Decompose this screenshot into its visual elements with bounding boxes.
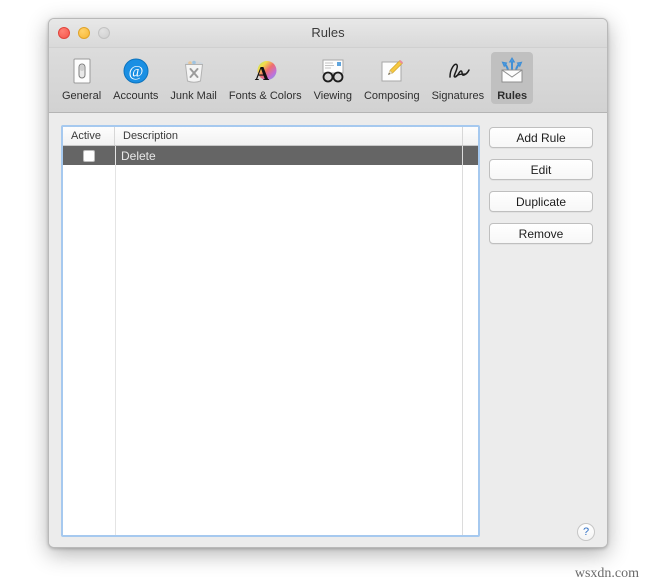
svg-text:@: @ [128, 64, 143, 81]
preferences-toolbar: General @ Accounts Junk Mail A Fonts & C… [49, 48, 607, 113]
toolbar-item-signatures[interactable]: Signatures [427, 52, 490, 104]
toolbar-label-viewing: Viewing [313, 90, 352, 102]
column-divider-active [115, 146, 116, 535]
accounts-at-icon: @ [120, 55, 152, 87]
toolbar-item-viewing[interactable]: Viewing [309, 52, 357, 104]
duplicate-button[interactable]: Duplicate [489, 191, 593, 212]
rules-table-body: Delete [63, 146, 478, 535]
rule-active-checkbox[interactable] [83, 149, 95, 162]
svg-text:A: A [255, 63, 270, 85]
toolbar-label-junk-mail: Junk Mail [170, 90, 217, 102]
viewing-glasses-icon [317, 55, 349, 87]
watermark: wsxdn.com [574, 566, 639, 581]
column-header-gutter [463, 127, 478, 145]
column-header-description[interactable]: Description [115, 127, 463, 145]
rule-description-cell: Delete [121, 148, 156, 163]
edit-button[interactable]: Edit [489, 159, 593, 180]
rules-table[interactable]: Active Description Delete [61, 125, 480, 537]
table-row[interactable]: Delete [63, 146, 478, 165]
toolbar-label-general: General [62, 90, 102, 102]
column-header-active[interactable]: Active [63, 127, 115, 145]
signature-icon [442, 55, 474, 87]
rules-envelope-icon [496, 55, 528, 87]
toolbar-label-composing: Composing [363, 90, 420, 102]
toolbar-item-accounts[interactable]: @ Accounts [108, 52, 163, 104]
toolbar-label-rules: Rules [497, 90, 528, 102]
rules-table-header: Active Description [63, 127, 478, 146]
column-divider-gutter [462, 146, 463, 535]
fonts-colors-icon: A [249, 55, 281, 87]
rules-pane: Active Description Delete Add Rule Edit … [49, 113, 607, 547]
help-button[interactable]: ? [577, 523, 595, 541]
general-icon [66, 55, 98, 87]
junk-mail-trash-icon [178, 55, 210, 87]
toolbar-label-fonts-colors: Fonts & Colors [228, 90, 302, 102]
remove-button[interactable]: Remove [489, 223, 593, 244]
add-rule-button[interactable]: Add Rule [489, 127, 593, 148]
window-titlebar: Rules [49, 19, 607, 48]
toolbar-label-accounts: Accounts [113, 90, 159, 102]
rules-actions: Add Rule Edit Duplicate Remove [489, 125, 593, 537]
toolbar-item-junk-mail[interactable]: Junk Mail [165, 52, 221, 104]
toolbar-item-composing[interactable]: Composing [359, 52, 425, 104]
toolbar-item-rules[interactable]: Rules [491, 52, 534, 104]
rule-active-cell [63, 149, 115, 162]
toolbar-item-fonts-colors[interactable]: A Fonts & Colors [224, 52, 307, 104]
composing-pencil-icon [376, 55, 408, 87]
preferences-window: Rules General @ Accounts Junk Mail A Fon… [48, 18, 608, 548]
toolbar-item-general[interactable]: General [57, 52, 106, 104]
window-title: Rules [311, 25, 345, 40]
toolbar-label-signatures: Signatures [431, 90, 485, 102]
